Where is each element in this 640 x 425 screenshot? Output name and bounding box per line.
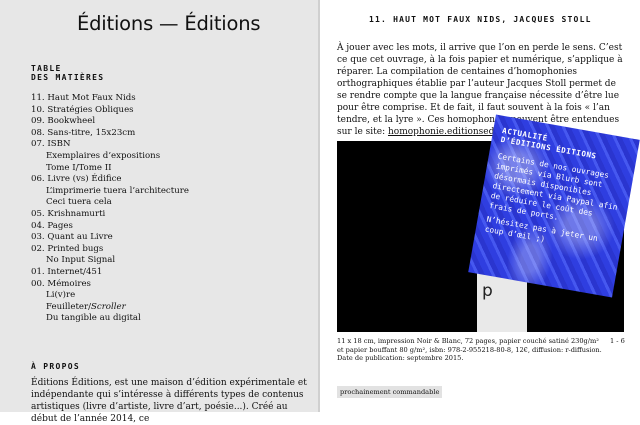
toc-item[interactable]: 04. Pages xyxy=(31,221,189,233)
article-heading: 11. HAUT MOT FAUX NIDS, JACQUES STOLL xyxy=(369,15,592,24)
toc-item[interactable]: 07. ISBN xyxy=(31,139,189,151)
toc-subitem[interactable]: Feuilleter/Scroller xyxy=(31,302,189,314)
column-divider xyxy=(318,0,320,412)
book-cover-text: p xyxy=(482,281,493,301)
status-badge: prochainement commandable xyxy=(337,386,443,398)
toc-heading-line2: DES MATIÈRES xyxy=(31,73,105,82)
toc-subitem[interactable]: No Input Signal xyxy=(31,255,189,267)
toc-subitem[interactable]: L’imprimerie tuera l’architecture xyxy=(31,186,189,198)
toc-subitem-part-italic: Scroller xyxy=(91,301,126,312)
about-heading: À PROPOS xyxy=(31,362,80,371)
toc-subitem[interactable]: Exemplaires d’expositions xyxy=(31,151,189,163)
toc-heading-line1: TABLE xyxy=(31,64,62,73)
toc-item[interactable]: 06. Livre (vs) Édifice xyxy=(31,174,189,186)
about-text: Éditions Éditions, est une maison d’édit… xyxy=(31,378,307,424)
article-body: À jouer avec les mots, il arrive que l’o… xyxy=(337,42,625,138)
toc-item[interactable]: 09. Bookwheel xyxy=(31,116,189,128)
toc-item[interactable]: 00. Mémoires xyxy=(31,279,189,291)
toc-item[interactable]: 05. Krishnamurti xyxy=(31,209,189,221)
toc-item[interactable]: 11. Haut Mot Faux Nids xyxy=(31,93,189,105)
image-pager[interactable]: 1 - 6 xyxy=(610,337,625,345)
news-sticker[interactable]: ACTUALITÉ D’ÉDITIONS ÉDITIONS Certains d… xyxy=(468,114,640,298)
toc-subitem[interactable]: Du tangible au digital xyxy=(31,313,189,325)
toc-heading: TABLE DES MATIÈRES xyxy=(31,64,104,82)
article-text: À jouer avec les mots, il arrive que l’o… xyxy=(337,43,623,137)
toc-subitem[interactable]: Tome I/Tome II xyxy=(31,163,189,175)
toc-subitem[interactable]: Li(v)re xyxy=(31,290,189,302)
toc-item[interactable]: 10. Stratégies Obliques xyxy=(31,105,189,117)
toc-item[interactable]: 01. Internet/451 xyxy=(31,267,189,279)
toc-item[interactable]: 08. Sans-titre, 15x23cm xyxy=(31,128,189,140)
toc-item[interactable]: 03. Quant au Livre xyxy=(31,232,189,244)
site-title[interactable]: Éditions — Éditions xyxy=(77,12,261,35)
toc-subitem-part: Feuilleter/ xyxy=(46,301,91,312)
toc-subitem[interactable]: Ceci tuera cela xyxy=(31,197,189,209)
toc-list: 11. Haut Mot Faux Nids 10. Stratégies Ob… xyxy=(31,93,189,325)
sidebar: Éditions — Éditions TABLE DES MATIÈRES 1… xyxy=(0,0,318,424)
toc-item[interactable]: 02. Printed bugs xyxy=(31,244,189,256)
book-details: 11 x 18 cm, impression Noir & Blanc, 72 … xyxy=(337,337,602,363)
